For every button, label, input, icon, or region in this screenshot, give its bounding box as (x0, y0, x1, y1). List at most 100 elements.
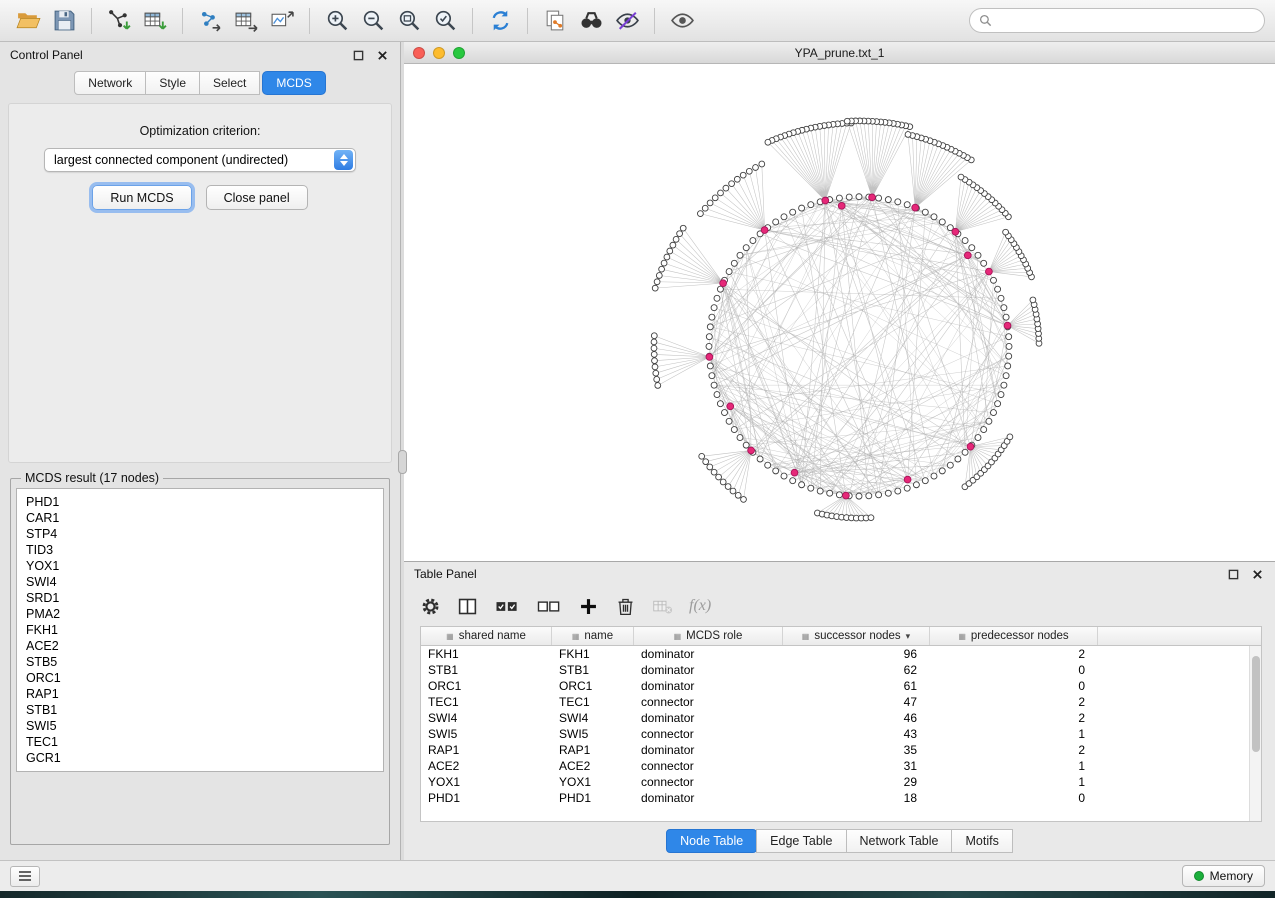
table-cell: FKH1 (421, 646, 552, 662)
import-network-button[interactable] (101, 4, 137, 38)
panel-splitter[interactable] (401, 42, 404, 860)
result-item[interactable]: TID3 (17, 542, 383, 558)
destroy-table-button[interactable] (652, 596, 673, 617)
table-row[interactable]: YOX1YOX1connector291 (421, 774, 1261, 790)
search-network-button[interactable] (573, 4, 609, 38)
search-box[interactable] (969, 8, 1265, 33)
column-label: MCDS role (686, 630, 742, 642)
column-header-name[interactable]: ▦name (552, 627, 634, 645)
result-item[interactable]: SRD1 (17, 590, 383, 606)
table-row[interactable]: TEC1TEC1connector472 (421, 694, 1261, 710)
column-header-predecessor-nodes[interactable]: ▦predecessor nodes (930, 627, 1098, 645)
result-item[interactable]: STB5 (17, 654, 383, 670)
column-header-successor-nodes[interactable]: ▦successor nodes▾ (783, 627, 930, 645)
table-row[interactable]: ACE2ACE2connector311 (421, 758, 1261, 774)
run-mcds-button[interactable]: Run MCDS (92, 185, 191, 210)
tab-network-table[interactable]: Network Table (846, 829, 953, 853)
open-file-button[interactable] (10, 4, 46, 38)
splitter-handle-icon[interactable] (398, 450, 407, 474)
result-item[interactable]: STP4 (17, 526, 383, 542)
network-canvas[interactable] (404, 64, 1275, 561)
optimization-criterion-select[interactable]: largest connected component (undirected) (44, 148, 356, 172)
table-cell: YOX1 (421, 774, 552, 790)
zoom-selected-button[interactable] (427, 4, 463, 38)
zoom-out-button[interactable] (355, 4, 391, 38)
table-settings-button[interactable] (420, 596, 441, 617)
tab-style[interactable]: Style (145, 71, 200, 95)
zoom-fit-button[interactable] (391, 4, 427, 38)
result-item[interactable]: PHD1 (17, 494, 383, 510)
table-body[interactable]: FKH1FKH1dominator962STB1STB1dominator620… (421, 646, 1261, 821)
table-row[interactable]: SWI4SWI4dominator462 (421, 710, 1261, 726)
result-item[interactable]: GCR1 (17, 750, 383, 766)
column-header-MCDS-role[interactable]: ▦MCDS role (634, 627, 783, 645)
close-panel-button[interactable] (375, 48, 390, 63)
result-item[interactable]: ACE2 (17, 638, 383, 654)
close-panel-action-button[interactable]: Close panel (206, 185, 308, 210)
import-table-icon (143, 8, 168, 33)
function-builder-button[interactable]: f(x) (689, 597, 711, 615)
float-panel-button[interactable] (351, 48, 366, 63)
tab-mcds[interactable]: MCDS (262, 71, 325, 95)
scrollbar-thumb[interactable] (1252, 656, 1260, 752)
result-item[interactable]: PMA2 (17, 606, 383, 622)
refresh-icon (488, 8, 513, 33)
tab-network[interactable]: Network (74, 71, 146, 95)
close-window-button[interactable] (413, 47, 425, 59)
table-cell: 2 (930, 710, 1098, 726)
select-all-button[interactable] (494, 596, 520, 617)
network-canvas-container (404, 64, 1275, 561)
maximize-window-button[interactable] (453, 47, 465, 59)
tab-select[interactable]: Select (199, 71, 260, 95)
table-row[interactable]: RAP1RAP1dominator352 (421, 742, 1261, 758)
control-panel-header: Control Panel (0, 42, 400, 68)
table-panel-title: Table Panel (414, 567, 477, 581)
show-graphics-details-button[interactable] (664, 4, 700, 38)
result-item[interactable]: ORC1 (17, 670, 383, 686)
result-item[interactable]: YOX1 (17, 558, 383, 574)
minimize-window-button[interactable] (433, 47, 445, 59)
memory-button[interactable]: Memory (1182, 865, 1265, 887)
search-input[interactable] (998, 14, 1255, 28)
export-network-icon (198, 8, 223, 33)
tab-motifs[interactable]: Motifs (951, 829, 1012, 853)
table-row[interactable]: SWI5SWI5connector431 (421, 726, 1261, 742)
result-item[interactable]: FKH1 (17, 622, 383, 638)
table-row[interactable]: STB1STB1dominator620 (421, 662, 1261, 678)
network-title: YPA_prune.txt_1 (404, 46, 1275, 60)
create-column-button[interactable] (578, 596, 599, 617)
mcds-result-list[interactable]: PHD1CAR1STP4TID3YOX1SWI4SRD1PMA2FKH1ACE2… (16, 488, 384, 772)
import-table-button[interactable] (137, 4, 173, 38)
hide-graphics-details-button[interactable] (609, 4, 645, 38)
zoom-in-button[interactable] (319, 4, 355, 38)
network-titlebar[interactable]: YPA_prune.txt_1 (404, 42, 1275, 64)
result-item[interactable]: SWI4 (17, 574, 383, 590)
export-network-button[interactable] (192, 4, 228, 38)
result-item[interactable]: SWI5 (17, 718, 383, 734)
result-item[interactable]: STB1 (17, 702, 383, 718)
show-columns-button[interactable] (457, 596, 478, 617)
table-row[interactable]: FKH1FKH1dominator962 (421, 646, 1261, 662)
deselect-all-button[interactable] (536, 596, 562, 617)
table-cell: connector (634, 726, 783, 742)
tab-node-table[interactable]: Node Table (666, 829, 757, 853)
result-item[interactable]: RAP1 (17, 686, 383, 702)
table-scrollbar[interactable] (1249, 646, 1261, 821)
column-header-shared-name[interactable]: ▦shared name (421, 627, 552, 645)
table-row[interactable]: ORC1ORC1dominator610 (421, 678, 1261, 694)
close-table-panel-button[interactable] (1250, 567, 1265, 582)
float-table-panel-button[interactable] (1226, 567, 1241, 582)
result-item[interactable]: CAR1 (17, 510, 383, 526)
delete-column-button[interactable] (615, 596, 636, 617)
refresh-button[interactable] (482, 4, 518, 38)
main-toolbar (0, 0, 1275, 42)
export-table-button[interactable] (228, 4, 264, 38)
zoom-in-icon (325, 8, 350, 33)
result-item[interactable]: TEC1 (17, 734, 383, 750)
save-button[interactable] (46, 4, 82, 38)
export-image-button[interactable] (264, 4, 300, 38)
tab-edge-table[interactable]: Edge Table (756, 829, 846, 853)
copy-view-button[interactable] (537, 4, 573, 38)
task-history-button[interactable] (10, 866, 40, 887)
table-row[interactable]: PHD1PHD1dominator180 (421, 790, 1261, 806)
